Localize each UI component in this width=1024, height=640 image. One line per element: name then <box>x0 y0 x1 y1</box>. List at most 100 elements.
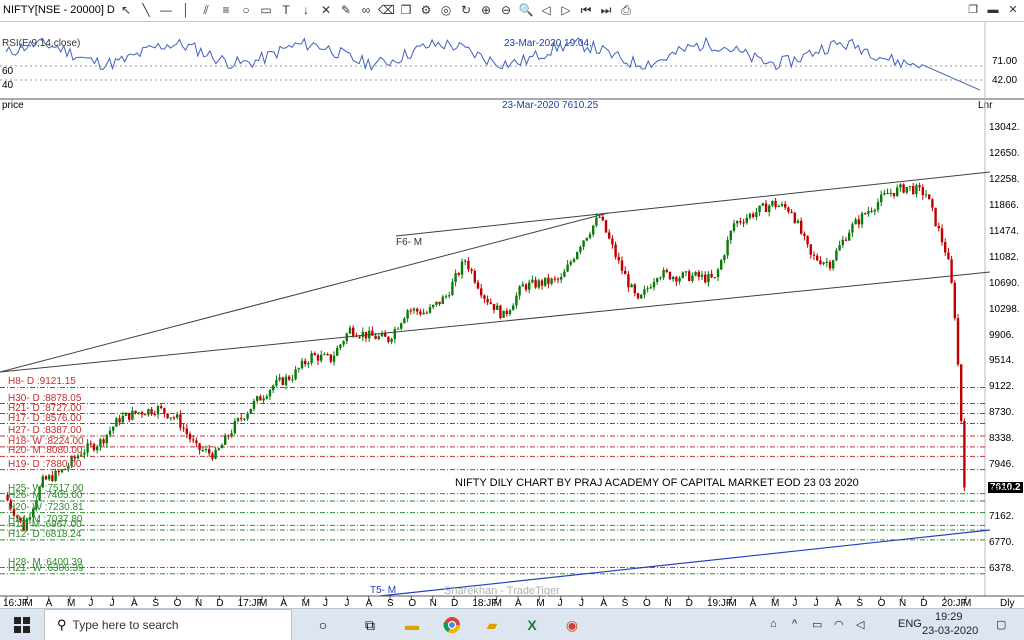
candle-body <box>409 310 412 312</box>
candle-body <box>915 185 918 195</box>
candle-body <box>448 295 451 297</box>
wifi-icon[interactable]: ◠ <box>834 618 844 640</box>
price-chart-canvas[interactable] <box>0 0 1024 640</box>
price-tick-label: 9122. <box>989 381 1015 393</box>
candle-body <box>720 260 723 270</box>
excel-icon[interactable]: X <box>517 613 547 637</box>
candle-body <box>358 336 361 338</box>
candle-body <box>787 207 790 212</box>
candle-body <box>588 234 592 238</box>
candle-body <box>396 328 400 330</box>
chrome-icon[interactable] <box>437 613 467 637</box>
candle-body <box>806 235 809 245</box>
candle-body <box>99 439 102 447</box>
candle-body <box>428 307 432 313</box>
speaker-icon[interactable]: ◁ <box>856 618 864 640</box>
candle-body <box>508 310 512 315</box>
candle-body <box>230 433 233 437</box>
candle-body <box>268 390 272 397</box>
candle-body <box>256 396 259 401</box>
candle-body <box>835 250 838 261</box>
candle-body <box>768 205 771 213</box>
red-level-label: H19- D :7880.00 <box>8 458 82 470</box>
candle-body <box>534 279 537 288</box>
candle-body <box>300 360 304 369</box>
candle-body <box>246 413 249 419</box>
candle-body <box>118 418 121 423</box>
candle-body <box>540 280 544 286</box>
candle-body <box>700 274 704 277</box>
candle-body <box>336 347 339 356</box>
clock-date[interactable]: 23-03-2020 <box>922 625 978 640</box>
candle-body <box>550 278 553 284</box>
candle-body <box>585 237 588 241</box>
candle-body <box>668 271 672 280</box>
candle-body <box>652 281 656 288</box>
people-icon[interactable]: ⌂ <box>770 618 777 640</box>
candle-body <box>736 221 739 224</box>
notifications-icon[interactable]: ▢ <box>996 618 1006 640</box>
price-tick-label: 10298. <box>989 303 1020 315</box>
candle-body <box>102 439 105 444</box>
price-tick-label: 7554. <box>989 485 1015 497</box>
candle-body <box>950 259 953 283</box>
candle-body <box>899 184 902 188</box>
candle-body <box>185 428 188 434</box>
candle-body <box>284 376 288 385</box>
candle-body <box>198 443 201 451</box>
candle-body <box>921 187 924 196</box>
task-view-icon[interactable]: ⧉ <box>355 613 385 637</box>
upper-channel-line <box>395 171 991 237</box>
network-icon[interactable]: ▭ <box>812 618 822 640</box>
candle-body <box>355 335 358 337</box>
candle-body <box>476 282 480 289</box>
candle-body <box>627 274 630 288</box>
language-indicator[interactable]: ENG <box>898 618 922 640</box>
candle-body <box>473 271 476 283</box>
price-tick-label: 11866. <box>989 199 1019 211</box>
candle-body <box>873 209 876 212</box>
start-button[interactable] <box>0 609 44 640</box>
candle-body <box>563 271 566 278</box>
candle-body <box>44 476 48 480</box>
candle-body <box>656 278 659 282</box>
candle-body <box>739 221 742 223</box>
candle-body <box>92 444 96 451</box>
candle-body <box>713 276 716 278</box>
candle-body <box>220 444 224 449</box>
candle-body <box>48 475 51 480</box>
candle-body <box>947 252 950 260</box>
candle-body <box>262 398 265 401</box>
candle-body <box>796 220 800 223</box>
candle-body <box>560 277 563 280</box>
candle-body <box>496 305 499 311</box>
tradetiger-icon[interactable]: ◉ <box>557 613 587 637</box>
windows-taskbar: ⚲ Type here to search ○ ⧉ ▬ ▰ X ◉ ⌂ ^ ▭ … <box>0 608 1024 640</box>
candle-body <box>630 284 633 288</box>
candle-body <box>288 376 291 380</box>
candle-body <box>140 412 144 415</box>
cortana-icon[interactable]: ○ <box>308 613 338 637</box>
candle-body <box>934 207 937 226</box>
candle-body <box>172 417 176 419</box>
candle-body <box>572 259 576 262</box>
candle-body <box>556 278 560 280</box>
candle-body <box>940 228 944 243</box>
candle-body <box>771 200 774 206</box>
candle-body <box>467 260 470 270</box>
green-level-label: H12- D :6818.24 <box>8 528 82 540</box>
taskbar-search-box[interactable]: ⚲ Type here to search <box>44 609 292 640</box>
candle-body <box>419 311 422 315</box>
candle-body <box>57 470 60 473</box>
candle-body <box>464 260 467 262</box>
sticky-notes-icon[interactable]: ▰ <box>477 613 507 637</box>
candle-body <box>272 385 275 391</box>
candle-body <box>848 232 851 241</box>
candle-body <box>851 224 854 233</box>
candle-body <box>758 205 761 213</box>
tray-overflow-icon[interactable]: ^ <box>792 618 797 640</box>
candle-body <box>764 203 768 213</box>
candle-body <box>710 274 713 278</box>
file-explorer-icon[interactable]: ▬ <box>397 613 427 637</box>
candle-body <box>400 323 403 329</box>
